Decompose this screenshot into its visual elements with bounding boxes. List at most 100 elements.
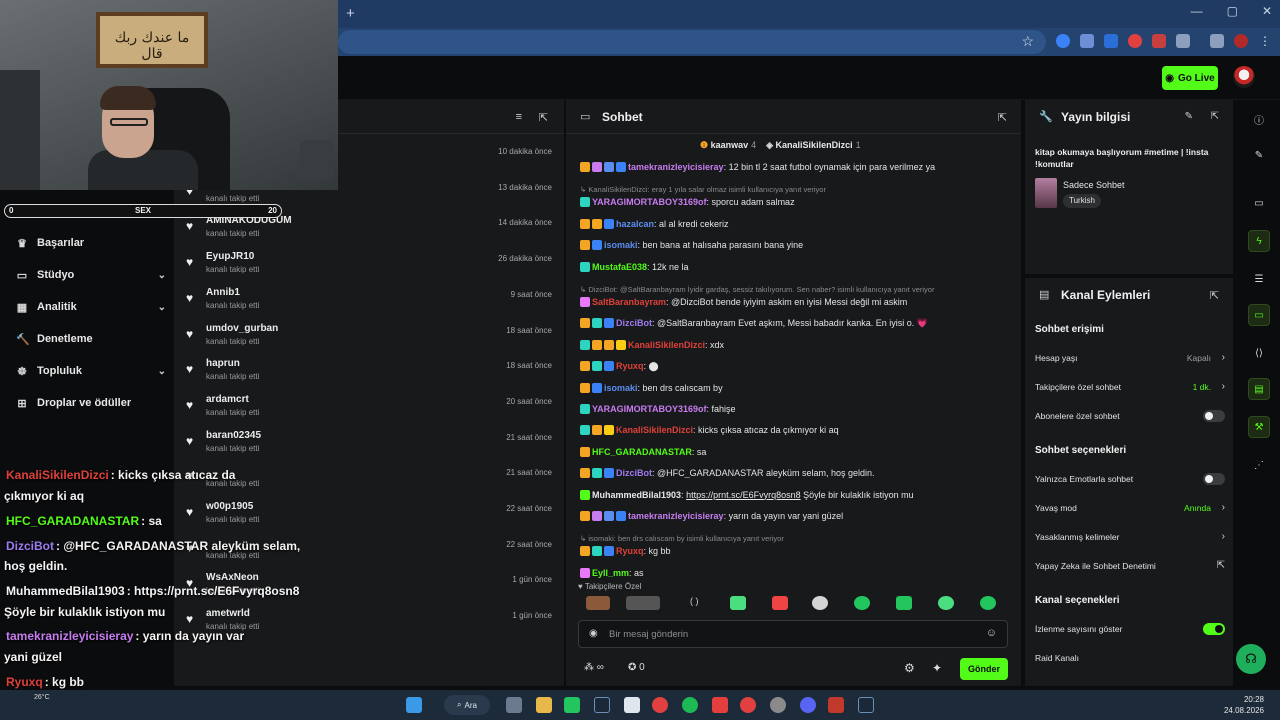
support-headset-icon[interactable]: ☊	[1236, 644, 1266, 674]
chat-message[interactable]: SaltBaranbayram: @DizciBot bende iyiyim …	[580, 297, 1010, 307]
app-icon[interactable]	[712, 697, 728, 713]
chat-message[interactable]: YARAGIMORTABOY3169of: fahişe	[580, 404, 1010, 414]
chat-username[interactable]: SaltBaranbayram	[592, 297, 666, 307]
follower-row[interactable]: ♥ EyupJR10 kanalı takip etti 26 dakika önce	[174, 249, 564, 283]
brackets-icon[interactable]: ⟨⟩	[1248, 342, 1270, 364]
chat-icon[interactable]: ▭	[1248, 304, 1270, 326]
followers-only-row[interactable]: Takipçilere özel sohbet 1 dk. ›	[1035, 381, 1225, 398]
emote-menu-icon[interactable]: ✦	[932, 661, 942, 675]
chat-message[interactable]: HFC_GARADANASTAR: sa	[580, 446, 1010, 457]
ai-moderation-row[interactable]: Yapay Zeka ile Sohbet Denetimi ⇱	[1035, 560, 1225, 577]
chat-username[interactable]: DizciBot	[616, 318, 652, 328]
list-icon[interactable]: ☰	[1248, 268, 1270, 290]
banned-words-row[interactable]: Yasaklanmış kelimeler ›	[1035, 531, 1225, 548]
weather-widget[interactable]: 26°C	[34, 694, 50, 701]
browser-menu-icon[interactable]: ⋮	[1258, 34, 1272, 48]
steam-icon[interactable]	[594, 697, 610, 713]
emote[interactable]	[626, 596, 660, 610]
app-icon[interactable]	[828, 697, 844, 713]
user-avatar[interactable]	[1233, 66, 1255, 88]
emote[interactable]	[980, 596, 996, 610]
popout-icon[interactable]: ⇱	[1211, 111, 1219, 122]
chat-message[interactable]: Eyll_mm: as	[580, 567, 1010, 578]
chat-username[interactable]: isomaki	[604, 383, 638, 393]
spotify-icon[interactable]	[682, 697, 698, 713]
puzzle-icon[interactable]	[1176, 34, 1190, 48]
bookmark-star-icon[interactable]: ☆	[1021, 33, 1034, 50]
chat-message[interactable]: isomaki: ben bana at halısaha parasını b…	[580, 240, 1010, 251]
chat-username[interactable]: tamekranizleyicisieray	[628, 162, 724, 172]
share-icon[interactable]: ⋰	[1248, 454, 1270, 476]
extension-icon[interactable]	[1056, 34, 1070, 48]
media-icon[interactable]	[1210, 34, 1224, 48]
channel-points[interactable]: ⁂ ∞	[584, 662, 604, 673]
emote[interactable]: ( )	[690, 596, 706, 610]
follower-row[interactable]: ♥ baran02345 kanalı takip etti 21 saat önce	[174, 428, 564, 462]
taskbar-search[interactable]: ⌕ Ara	[444, 695, 490, 715]
wrench-icon[interactable]: ⚒	[1248, 416, 1270, 438]
steam-icon[interactable]	[858, 697, 874, 713]
close-icon[interactable]: ✕	[1262, 4, 1272, 18]
sidebar-item[interactable]: ▦ Analitik ⌄	[16, 296, 166, 318]
emote-only-toggle[interactable]	[1203, 473, 1225, 485]
chat-username[interactable]: MustafaE038	[592, 262, 647, 272]
chat-username[interactable]: DizciBot	[616, 468, 652, 478]
sidebar-item[interactable]: ☸ Topluluk ⌄	[16, 360, 166, 382]
category-thumbnail[interactable]	[1035, 178, 1057, 208]
filter-icon[interactable]: ≡	[516, 111, 522, 123]
bolt-icon[interactable]: ϟ	[1248, 230, 1270, 252]
sidebar-item[interactable]: ♛ Başarılar	[16, 232, 166, 254]
pinned-gifter[interactable]: ❶ kaanwav 4	[700, 140, 756, 151]
chat-message[interactable]: tamekranizleyicisieray: yarın da yayın v…	[580, 511, 1010, 521]
popout-icon[interactable]: ⇱	[1210, 289, 1219, 302]
show-viewers-toggle[interactable]	[1203, 623, 1225, 635]
slow-mode-row[interactable]: Yavaş mod Anında ›	[1035, 502, 1225, 519]
kicks-count[interactable]: ✪ 0	[628, 662, 645, 673]
popout-icon[interactable]: ⇱	[539, 111, 548, 124]
send-button[interactable]: Gönder	[960, 658, 1008, 680]
screen-icon[interactable]: ▭	[1248, 192, 1270, 214]
info-icon[interactable]: ⓘ	[1248, 108, 1270, 130]
layout-icon[interactable]: ▤	[1248, 378, 1270, 400]
language-tag[interactable]: Turkish	[1063, 194, 1101, 208]
chat-message[interactable]: DizciBot: @SaltBaranbayram Evet aşkım, M…	[580, 318, 1010, 329]
category-name[interactable]: Sadece Sohbet	[1063, 180, 1125, 190]
chat-username[interactable]: hazalcan	[616, 219, 654, 229]
system-clock[interactable]: 20:28 24.08.2026	[1224, 694, 1264, 716]
raid-row[interactable]: Raid Kanalı	[1035, 653, 1225, 669]
pinned-gifter[interactable]: ◈ KanaliSikilenDizci 1	[766, 140, 860, 151]
extension-icon[interactable]	[1080, 34, 1094, 48]
checkmark-app-icon[interactable]	[564, 697, 580, 713]
app-icon[interactable]	[770, 697, 786, 713]
chat-message[interactable]: isomaki: ben drs calıscam by	[580, 382, 1010, 393]
chat-message[interactable]: Ryuxq: kg bb	[580, 546, 1010, 557]
chat-username[interactable]: Eyll_mm	[592, 568, 629, 578]
chat-username[interactable]: HFC_GARADANASTAR	[592, 447, 692, 457]
follower-row[interactable]: ♥ haprun kanalı takip etti 18 saat önce	[174, 356, 564, 390]
follower-row[interactable]: ♥ w00p1905 kanalı takip etti 22 saat önce	[174, 499, 564, 533]
chrome-icon[interactable]	[740, 697, 756, 713]
emote[interactable]	[812, 596, 828, 610]
chat-message[interactable]: MuhammedBilal1903: https://prnt.sc/E6Fvy…	[580, 489, 1010, 500]
sidebar-item[interactable]: ▭ Stüdyo ⌄	[16, 264, 166, 286]
gear-icon[interactable]: ⚙	[904, 661, 915, 675]
chat-message[interactable]: tamekranizleyicisieray: 12 bin tl 2 saat…	[580, 162, 1010, 172]
chat-message[interactable]: MustafaE038: 12k ne la	[580, 261, 1010, 272]
chat-username[interactable]: KanaliSikilenDizci	[628, 340, 705, 350]
chat-username[interactable]: MuhammedBilal1903	[592, 490, 681, 500]
profile-avatar[interactable]	[1234, 34, 1248, 48]
emote[interactable]	[730, 596, 746, 610]
chat-username[interactable]: isomaki	[604, 240, 638, 250]
follower-row[interactable]: ♥ ardamcrt kanalı takip etti 20 saat önce	[174, 392, 564, 426]
chrome-icon[interactable]	[652, 697, 668, 713]
extension-icon[interactable]	[1152, 34, 1166, 48]
chat-username[interactable]: tamekranizleyicisieray	[628, 511, 724, 521]
discord-icon[interactable]	[800, 697, 816, 713]
chat-username[interactable]: Ryuxq	[616, 361, 644, 371]
file-explorer-icon[interactable]	[536, 697, 552, 713]
subscribers-only-toggle[interactable]	[1203, 410, 1225, 422]
chevron-down-icon[interactable]: ⌄	[158, 270, 166, 281]
task-view-icon[interactable]	[506, 697, 522, 713]
chat-username[interactable]: Ryuxq	[616, 546, 644, 556]
chevron-down-icon[interactable]: ⌄	[158, 302, 166, 313]
